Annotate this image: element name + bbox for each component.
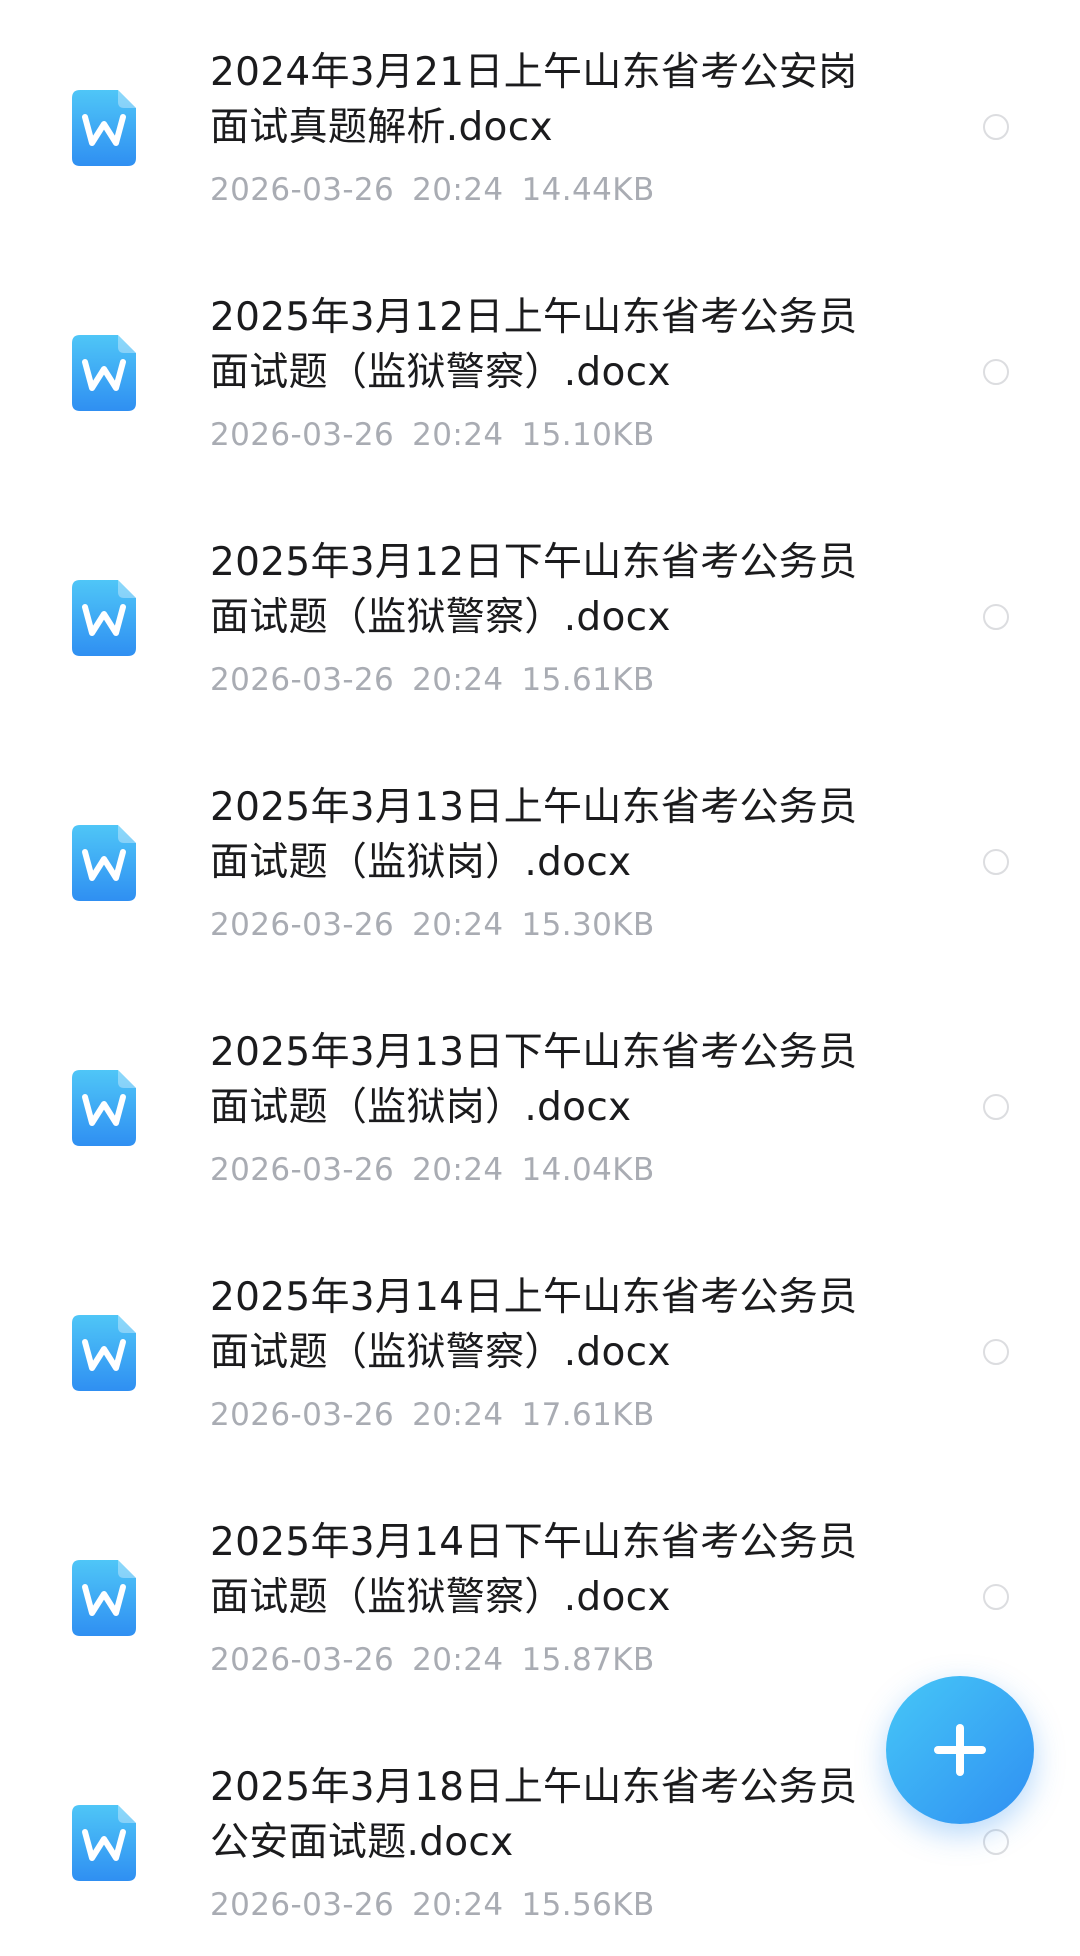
file-list: 2024年3月21日上午山东省考公安岗面试真题解析.docx 2026-03-2… [0, 0, 1080, 1956]
file-meta: 2026-03-26 20:24 15.56KB [210, 1885, 673, 1925]
file-meta: 2026-03-26 20:24 17.61KB [210, 1395, 673, 1435]
file-name: 2024年3月21日上午山东省考公安岗面试真题解析.docx [210, 50, 858, 150]
select-radio[interactable] [983, 114, 1009, 140]
add-fab-button[interactable] [886, 1676, 1034, 1824]
file-date: 2026-03-26 [210, 1152, 395, 1188]
file-date: 2026-03-26 [210, 1397, 395, 1433]
word-doc-icon [72, 580, 136, 656]
file-meta: 2026-03-26 20:24 14.04KB [210, 1150, 673, 1190]
select-radio[interactable] [983, 359, 1009, 385]
list-item[interactable]: 2025年3月13日下午山东省考公务员面试题（监狱岗）.docx 2026-03… [0, 980, 1080, 1225]
word-doc-icon [72, 335, 136, 411]
list-item[interactable]: 2025年3月14日上午山东省考公务员面试题（监狱警察）.docx 2026-0… [0, 1225, 1080, 1470]
file-size: 14.04KB [521, 1152, 655, 1188]
file-name: 2025年3月13日下午山东省考公务员面试题（监狱岗）.docx [210, 1030, 858, 1130]
select-radio[interactable] [983, 1584, 1009, 1610]
plus-icon [934, 1724, 986, 1776]
word-doc-icon [72, 90, 136, 166]
file-name: 2025年3月12日上午山东省考公务员面试题（监狱警察）.docx [210, 295, 858, 395]
file-meta: 2026-03-26 20:24 14.44KB [210, 170, 673, 210]
file-list-screen: 2024年3月21日上午山东省考公安岗面试真题解析.docx 2026-03-2… [0, 0, 1080, 1956]
file-date: 2026-03-26 [210, 907, 395, 943]
word-doc-icon [72, 1560, 136, 1636]
file-name: 2025年3月13日上午山东省考公务员面试题（监狱岗）.docx [210, 785, 858, 885]
list-item[interactable]: 2025年3月14日下午山东省考公务员面试题（监狱警察）.docx 2026-0… [0, 1470, 1080, 1715]
file-date: 2026-03-26 [210, 1642, 395, 1678]
file-name: 2025年3月14日上午山东省考公务员面试题（监狱警察）.docx [210, 1275, 858, 1375]
file-size: 17.61KB [521, 1397, 655, 1433]
file-date: 2026-03-26 [210, 1887, 395, 1923]
file-date: 2026-03-26 [210, 662, 395, 698]
list-item[interactable]: 2025年3月13日上午山东省考公务员面试题（监狱岗）.docx 2026-03… [0, 735, 1080, 980]
file-size: 15.87KB [521, 1642, 655, 1678]
list-item[interactable]: 2024年3月21日上午山东省考公安岗面试真题解析.docx 2026-03-2… [0, 0, 1080, 245]
select-radio[interactable] [983, 604, 1009, 630]
file-time: 20:24 [412, 662, 504, 698]
list-item[interactable]: 2025年3月12日下午山东省考公务员面试题（监狱警察）.docx 2026-0… [0, 490, 1080, 735]
file-meta: 2026-03-26 20:24 15.87KB [210, 1640, 673, 1680]
select-radio[interactable] [983, 1094, 1009, 1120]
select-radio[interactable] [983, 849, 1009, 875]
file-meta: 2026-03-26 20:24 15.30KB [210, 905, 673, 945]
file-time: 20:24 [412, 172, 504, 208]
file-time: 20:24 [412, 1152, 504, 1188]
file-time: 20:24 [412, 1642, 504, 1678]
file-name: 2025年3月12日下午山东省考公务员面试题（监狱警察）.docx [210, 540, 858, 640]
file-size: 15.30KB [521, 907, 655, 943]
word-doc-icon [72, 825, 136, 901]
file-size: 15.10KB [521, 417, 655, 453]
file-size: 15.56KB [521, 1887, 655, 1923]
file-size: 14.44KB [521, 172, 655, 208]
select-radio[interactable] [983, 1829, 1009, 1855]
file-date: 2026-03-26 [210, 417, 395, 453]
file-time: 20:24 [412, 907, 504, 943]
word-doc-icon [72, 1805, 136, 1881]
file-meta: 2026-03-26 20:24 15.10KB [210, 415, 673, 455]
list-item[interactable]: 2025年3月12日上午山东省考公务员面试题（监狱警察）.docx 2026-0… [0, 245, 1080, 490]
file-size: 15.61KB [521, 662, 655, 698]
select-radio[interactable] [983, 1339, 1009, 1365]
file-meta: 2026-03-26 20:24 15.61KB [210, 660, 673, 700]
file-time: 20:24 [412, 1887, 504, 1923]
file-time: 20:24 [412, 1397, 504, 1433]
word-doc-icon [72, 1315, 136, 1391]
file-name: 2025年3月14日下午山东省考公务员面试题（监狱警察）.docx [210, 1520, 858, 1620]
file-name: 2025年3月18日上午山东省考公务员公安面试题.docx [210, 1765, 858, 1865]
file-date: 2026-03-26 [210, 172, 395, 208]
file-time: 20:24 [412, 417, 504, 453]
word-doc-icon [72, 1070, 136, 1146]
